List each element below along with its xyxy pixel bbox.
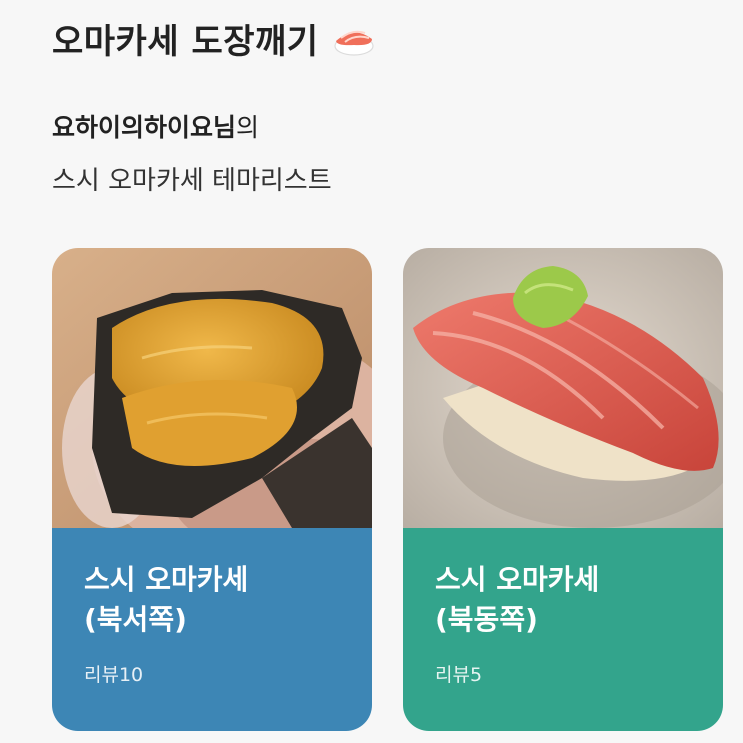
curator-nickname[interactable]: 요하이의하이요님: [52, 113, 236, 142]
review-count: 리뷰5: [435, 664, 483, 686]
card-info-panel: 스시 오마카세 (북동쪽) 리뷰5: [403, 528, 723, 731]
sushi-icon: [333, 30, 374, 56]
card-title: 스시 오마카세 (북서쪽): [84, 563, 249, 636]
restaurant-card-northwest[interactable]: 스시 오마카세 (북서쪽) 리뷰10: [52, 248, 372, 731]
uni-handroll-photo: [52, 248, 372, 528]
page-title: 오마카세 도장깨기: [52, 14, 377, 63]
curator-suffix: 의: [236, 113, 260, 142]
review-count: 리뷰10: [84, 664, 144, 686]
curator-line: 요하이의하이요님의: [52, 108, 259, 144]
card-info-panel: 스시 오마카세 (북서쪽) 리뷰10: [52, 528, 372, 731]
tuna-nigiri-photo: [403, 248, 723, 528]
card-title: 스시 오마카세 (북동쪽): [435, 563, 600, 636]
title-text: 오마카세 도장깨기: [52, 22, 319, 62]
list-subtitle: 스시 오마카세 테마리스트: [52, 166, 332, 196]
restaurant-card-northeast[interactable]: 스시 오마카세 (북동쪽) 리뷰5: [403, 248, 723, 731]
